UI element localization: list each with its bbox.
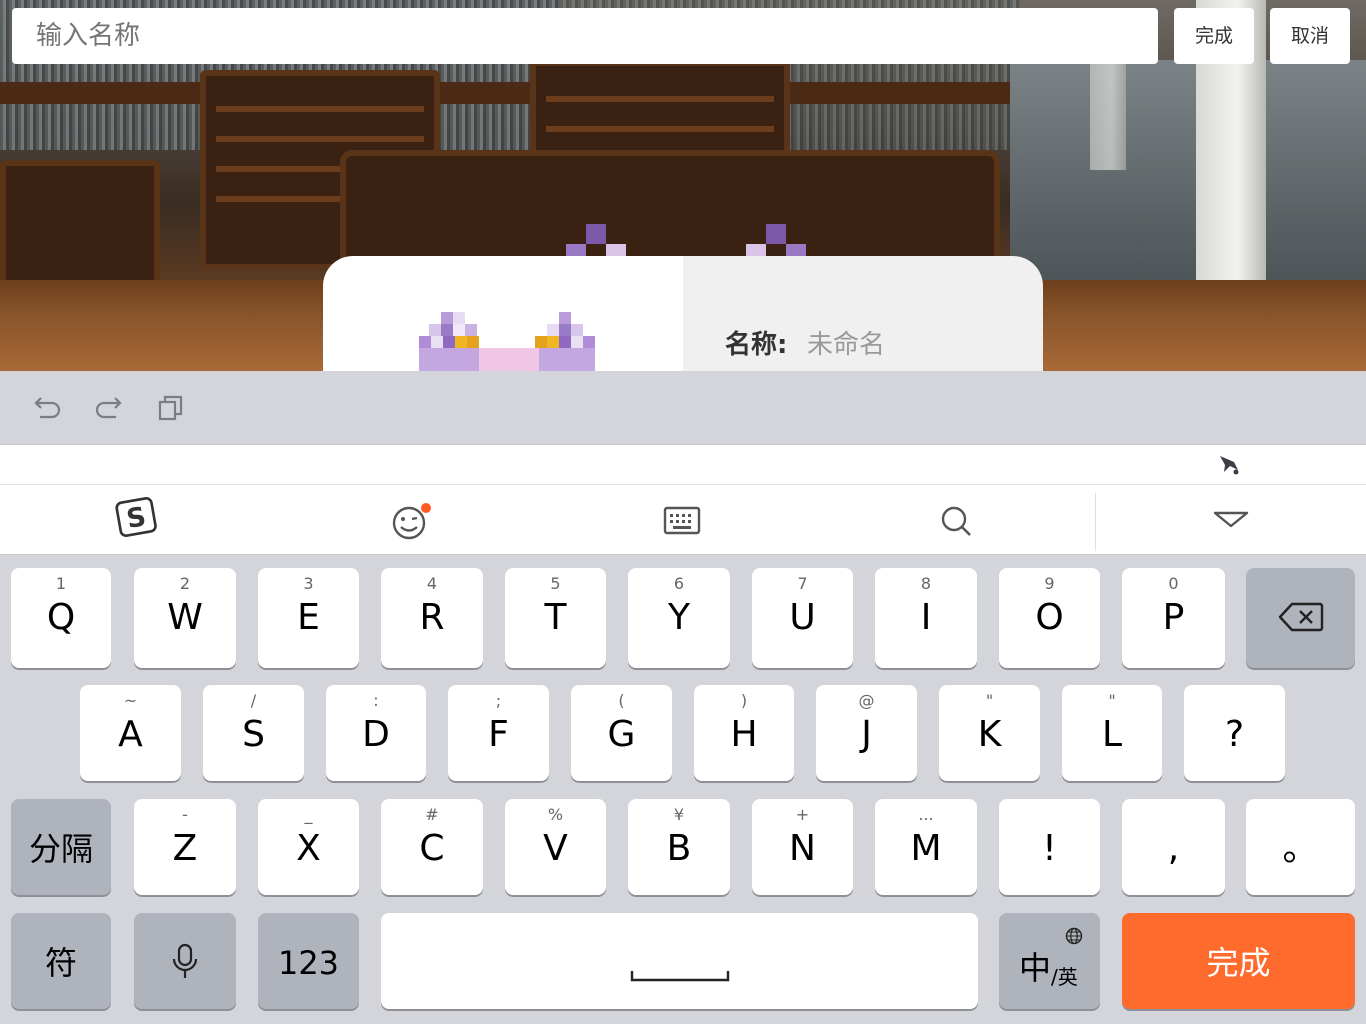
ime-toolbar: S — [0, 484, 1366, 555]
microphone-icon — [172, 943, 198, 978]
name-value: 未命名 — [807, 330, 886, 360]
key-period[interactable]: 。 — [1246, 799, 1355, 895]
sogou-logo-icon[interactable]: S — [112, 495, 162, 539]
pixel-creature-ear — [586, 224, 606, 244]
key-question[interactable]: ? — [1184, 685, 1285, 781]
key-x[interactable]: _ X — [258, 799, 359, 895]
key-a[interactable]: ~ A — [80, 685, 181, 781]
key-i[interactable]: 8I — [875, 568, 977, 668]
key-w[interactable]: 2W — [134, 568, 236, 668]
key-l[interactable]: " L — [1062, 685, 1162, 781]
keyboard-toolbar — [0, 371, 1366, 444]
lang-main-label: 中 — [1019, 949, 1052, 987]
keyboard: S 1Q 2W 3E 4R 5T 6Y 7U 8I 9 O 0 P ~ A / … — [0, 371, 1366, 1024]
chair-back — [0, 160, 160, 300]
separator-key[interactable]: 分隔 — [11, 799, 111, 895]
globe-icon — [1065, 927, 1083, 945]
numbers-key[interactable]: 123 — [258, 913, 359, 1009]
symbol-key[interactable]: 符 — [11, 913, 111, 1009]
key-j[interactable]: @ J — [816, 685, 917, 781]
key-c[interactable]: # C — [381, 799, 483, 895]
divider — [1095, 493, 1096, 551]
key-comma[interactable]: , — [1122, 799, 1225, 895]
floor-area — [1010, 60, 1366, 280]
space-icon — [630, 971, 730, 982]
rocket-icon[interactable] — [1216, 453, 1242, 477]
pixel-creature-ear — [766, 224, 786, 244]
key-u[interactable]: 7U — [752, 568, 853, 668]
done-button[interactable]: 完成 — [1174, 8, 1254, 64]
key-e[interactable]: 3E — [258, 568, 359, 668]
backspace-key[interactable] — [1246, 568, 1355, 668]
voice-key[interactable] — [134, 913, 236, 1009]
key-h[interactable]: ) H — [694, 685, 794, 781]
key-s[interactable]: / S — [203, 685, 304, 781]
key-y[interactable]: 6Y — [628, 568, 730, 668]
copy-icon[interactable] — [156, 393, 186, 423]
pillar — [1090, 60, 1126, 170]
backspace-icon — [1278, 602, 1324, 632]
undo-icon[interactable] — [32, 393, 62, 423]
lang-sub-label: /英 — [1051, 965, 1078, 989]
search-icon[interactable] — [932, 499, 982, 543]
key-p[interactable]: 0P — [1122, 568, 1225, 668]
pixel-creature-icon — [419, 312, 595, 371]
key-g[interactable]: (G — [571, 685, 672, 781]
candidate-bar — [0, 444, 1366, 484]
key-k[interactable]: " K — [939, 685, 1040, 781]
key-d[interactable]: :D — [326, 685, 426, 781]
key-q[interactable]: 1Q — [11, 568, 111, 668]
key-n[interactable]: + N — [752, 799, 853, 895]
key-f[interactable]: ; F — [448, 685, 549, 781]
name-input[interactable] — [12, 8, 1158, 64]
redo-icon[interactable] — [94, 393, 124, 423]
key-b[interactable]: ¥ B — [628, 799, 730, 895]
key-exclamation[interactable]: ! — [999, 799, 1100, 895]
key-o[interactable]: 9O — [999, 568, 1100, 668]
key-v[interactable]: % V — [505, 799, 606, 895]
collapse-icon[interactable] — [1206, 499, 1256, 543]
name-label: 名称: — [725, 330, 788, 360]
emoji-icon[interactable] — [386, 499, 436, 543]
key-z[interactable]: -Z — [134, 799, 236, 895]
done-key[interactable]: 完成 — [1122, 913, 1355, 1009]
key-t[interactable]: 5T — [505, 568, 606, 668]
keyboard-icon[interactable] — [658, 499, 708, 543]
table-edge — [0, 82, 1010, 104]
space-key[interactable] — [381, 913, 978, 1009]
creature-info-card: 名称: 未命名 — [683, 256, 1043, 371]
cancel-button[interactable]: 取消 — [1270, 8, 1350, 64]
language-switch-key[interactable]: 中 /英 — [999, 913, 1100, 1009]
key-m[interactable]: ... M — [875, 799, 977, 895]
creature-preview-card — [323, 256, 683, 371]
key-r[interactable]: 4R — [381, 568, 483, 668]
